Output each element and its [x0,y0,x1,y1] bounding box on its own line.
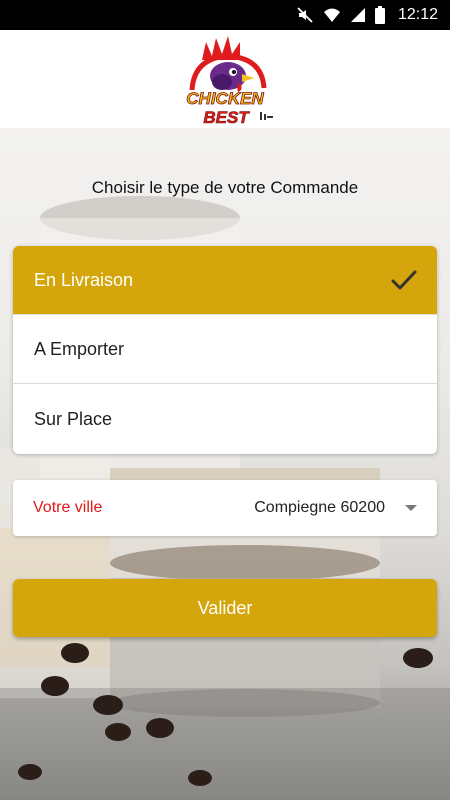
page-title: Choisir le type de votre Commande [91,178,359,197]
dropdown-arrow-icon [405,505,417,511]
order-type-takeaway[interactable]: A Emporter [13,315,437,384]
order-type-delivery[interactable]: En Livraison [13,246,437,315]
checkmark-icon [391,269,417,291]
city-label: Votre ville [33,499,103,516]
app-header: CHICKEN BEST [0,30,450,128]
order-type-list: En Livraison A Emporter Sur Place [13,246,437,454]
option-label: A Emporter [34,338,125,359]
city-value: Compiegne 60200 [254,499,385,516]
status-bar: 12:12 [0,0,450,30]
validate-button[interactable]: Valider [13,579,437,637]
signal-icon [350,6,366,24]
option-label: En Livraison [34,269,134,290]
mute-icon [296,6,314,24]
order-type-dine-in[interactable]: Sur Place [13,384,437,454]
chicken-best-logo: CHICKEN BEST [170,30,280,128]
battery-icon [374,6,385,24]
svg-text:BEST: BEST [203,108,250,127]
background-photo [0,128,450,800]
option-label: Sur Place [34,408,113,429]
status-time: 12:12 [397,6,438,23]
wifi-icon [323,6,341,24]
svg-text:CHICKEN: CHICKEN [186,89,264,108]
city-selector[interactable]: Votre ville Compiegne 60200 [13,480,437,536]
